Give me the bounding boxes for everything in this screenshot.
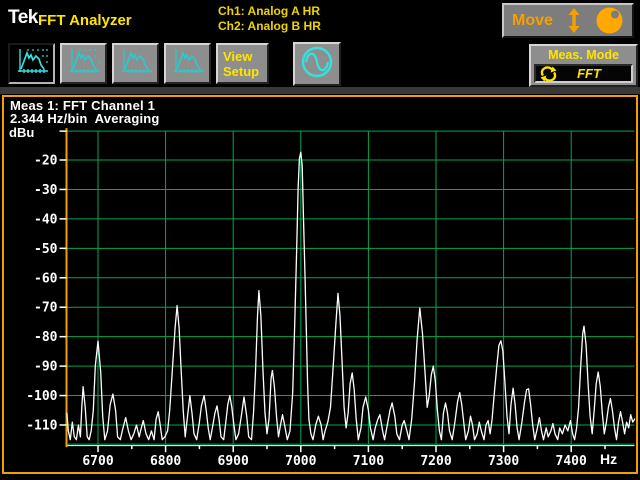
y-tick-label: -100	[26, 389, 57, 404]
y-tick-label: -60	[34, 271, 58, 286]
y-tick-label: -20	[34, 154, 58, 169]
y-tick-label: -110	[26, 418, 57, 433]
x-tick-label: 7100	[353, 454, 384, 469]
y-tick-label: -30	[34, 183, 58, 198]
y-tick-label: -50	[34, 242, 58, 257]
x-tick-label: 7000	[285, 454, 316, 469]
x-tick-label: 7200	[420, 454, 451, 469]
x-tick-label: 6700	[82, 454, 113, 469]
fft-analyzer-screen: Tek FFT Analyzer Ch1: Analog A HR Ch2: A…	[0, 0, 640, 480]
x-tick-label: 6800	[150, 454, 181, 469]
spectrum-plot: -20 -30 -40 -50 -60 -70 -80 -90 -100 -110 6700 6800…	[0, 0, 640, 480]
y-tick-label: -40	[34, 212, 58, 227]
y-tick-label: -90	[34, 360, 58, 375]
x-tick-label: 7300	[488, 454, 519, 469]
x-tick-label: 6900	[218, 454, 249, 469]
y-tick-label: -70	[34, 301, 58, 316]
y-tick-label: -80	[34, 330, 58, 345]
fft-trace	[67, 152, 635, 440]
x-tick-label: 7400	[556, 454, 587, 469]
